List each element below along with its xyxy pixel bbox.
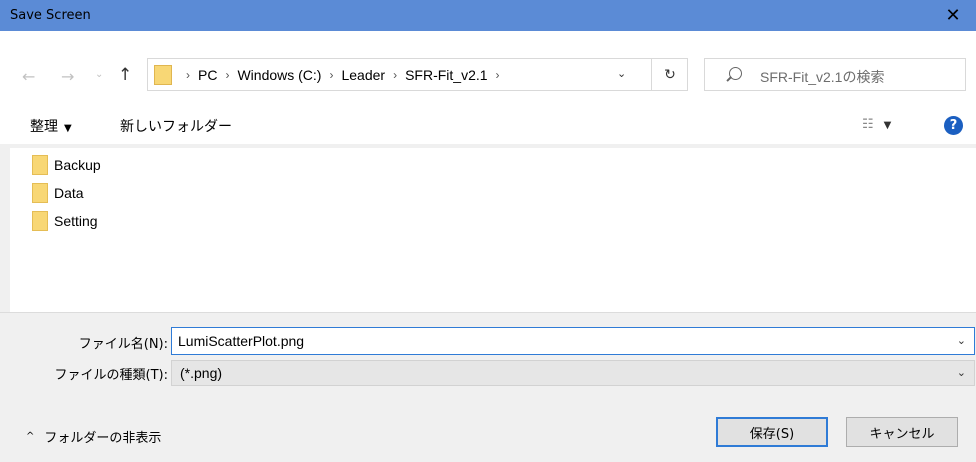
folder-icon xyxy=(32,155,48,175)
breadcrumb-item-windows-c[interactable]: Windows (C:) xyxy=(237,67,321,83)
save-button[interactable]: 保存(S) xyxy=(716,417,828,447)
caret-down-icon: ▼ xyxy=(883,120,892,131)
breadcrumb-item-sfr-fit[interactable]: SFR-Fit_v2.1 xyxy=(405,67,487,83)
cancel-button[interactable]: キャンセル xyxy=(846,417,958,447)
folder-icon xyxy=(154,65,172,85)
dialog-title: Save Screen xyxy=(10,8,91,23)
new-folder-button[interactable]: 新しいフォルダー xyxy=(120,116,232,136)
file-name-field[interactable]: LumiScatterPlot.png ⌄ xyxy=(171,327,975,355)
organize-label: 整理 xyxy=(30,119,58,135)
file-list: Backup Data Setting xyxy=(10,148,976,312)
view-options-button[interactable]: ☷ ▼ xyxy=(862,117,891,132)
breadcrumb-item-leader[interactable]: Leader xyxy=(341,67,385,83)
file-name-value: LumiScatterPlot.png xyxy=(178,333,305,349)
file-type-label: ファイルの種類(T): xyxy=(54,368,168,383)
close-icon[interactable]: ✕ xyxy=(930,0,976,31)
address-bar[interactable]: › PC › Windows (C:) › Leader › SFR-Fit_v… xyxy=(147,58,688,91)
forward-arrow-icon[interactable]: → xyxy=(61,67,74,86)
folder-name: Backup xyxy=(54,157,101,173)
chevron-up-icon: ^ xyxy=(26,431,35,442)
file-type-select[interactable]: (*.png) ⌄ xyxy=(171,360,975,386)
folder-icon xyxy=(32,211,48,231)
breadcrumb-separator[interactable]: › xyxy=(393,68,397,82)
view-icon: ☷ xyxy=(862,117,874,132)
breadcrumb-separator[interactable]: › xyxy=(329,68,333,82)
save-dialog: Save Screen ✕ ← → ⌄ ↑ › PC › Windows (C:… xyxy=(0,0,976,462)
chevron-down-icon[interactable]: ⌄ xyxy=(957,328,966,354)
folder-name: Setting xyxy=(54,213,98,229)
chevron-down-icon[interactable]: ⌄ xyxy=(617,67,626,80)
folder-name: Data xyxy=(54,185,84,201)
command-toolbar: 整理 ▼ 新しいフォルダー ☷ ▼ ? xyxy=(0,106,976,144)
breadcrumb-separator[interactable]: › xyxy=(186,68,190,82)
search-input[interactable]: SFR-Fit_v2.1の検索 xyxy=(704,58,966,91)
refresh-button[interactable]: ↻ xyxy=(651,59,688,90)
list-item[interactable]: Backup xyxy=(32,154,101,176)
list-item[interactable]: Setting xyxy=(32,210,98,232)
folder-icon xyxy=(32,183,48,203)
recent-locations-chevron-icon[interactable]: ⌄ xyxy=(95,69,103,80)
search-placeholder: SFR-Fit_v2.1の検索 xyxy=(760,69,885,85)
title-bar: Save Screen ✕ xyxy=(0,0,976,31)
hide-folders-label: フォルダーの非表示 xyxy=(44,431,162,446)
caret-down-icon: ▼ xyxy=(64,123,72,134)
refresh-icon: ↻ xyxy=(664,66,676,83)
breadcrumb: › PC › Windows (C:) › Leader › SFR-Fit_v… xyxy=(178,67,508,83)
file-name-label: ファイル名(N): xyxy=(78,337,168,352)
breadcrumb-separator[interactable]: › xyxy=(225,68,229,82)
organize-button[interactable]: 整理 ▼ xyxy=(30,116,72,136)
save-form: ファイル名(N): LumiScatterPlot.png ⌄ ファイルの種類(… xyxy=(0,312,976,462)
search-icon xyxy=(729,67,742,80)
breadcrumb-separator[interactable]: › xyxy=(496,68,500,82)
up-arrow-icon[interactable]: ↑ xyxy=(118,65,132,85)
chevron-down-icon: ⌄ xyxy=(956,367,966,379)
hide-folders-toggle[interactable]: ^ フォルダーの非表示 xyxy=(26,427,161,446)
help-icon[interactable]: ? xyxy=(944,116,963,135)
list-item[interactable]: Data xyxy=(32,182,84,204)
file-type-value: (*.png) xyxy=(180,365,223,381)
breadcrumb-item-pc[interactable]: PC xyxy=(198,67,217,83)
back-arrow-icon[interactable]: ← xyxy=(22,67,35,86)
